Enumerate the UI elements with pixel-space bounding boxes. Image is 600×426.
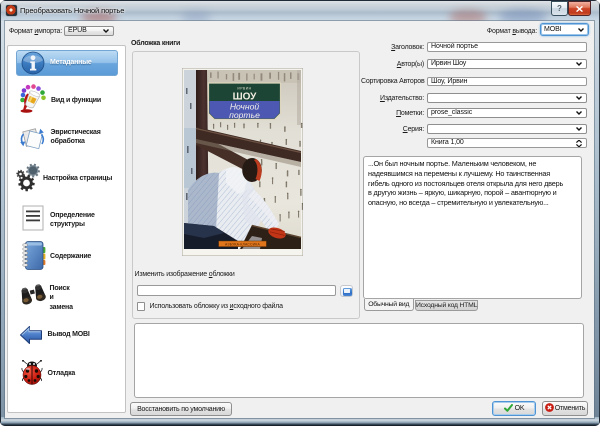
- svg-text:ИРВИН: ИРВИН: [237, 87, 251, 91]
- svg-text:АЗБУКА-КЛАССИКА: АЗБУКА-КЛАССИКА: [225, 242, 260, 246]
- svg-text:портье: портье: [229, 110, 260, 120]
